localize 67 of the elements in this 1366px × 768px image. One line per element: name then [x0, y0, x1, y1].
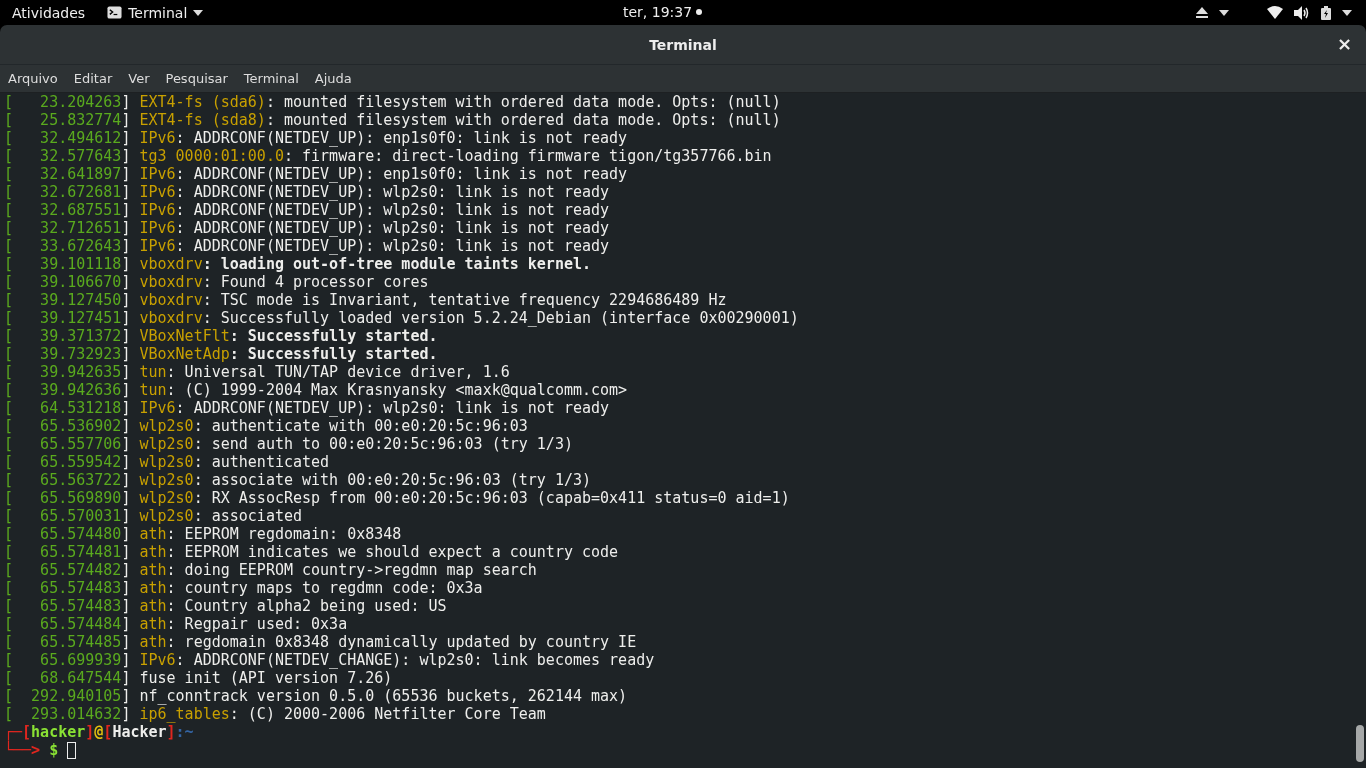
log-line: [ 32.494612] IPv6: ADDRCONF(NETDEV_UP): enp1s0f0: link is not ready	[4, 129, 628, 147]
log-line: [ 32.672681] IPv6: ADDRCONF(NETDEV_UP): wlp2s0: link is not ready	[4, 183, 610, 201]
log-line: [ 65.563722] wlp2s0: associate with 00:e0:20:5c:96:03 (try 1/3)	[4, 471, 591, 489]
log-line: [ 292.940105] nf_conntrack version 0.5.0 (65536 buckets, 262144 max)	[4, 687, 628, 705]
scroll-thumb[interactable]	[1356, 725, 1364, 762]
log-line: [ 39.942636] tun: (C) 1999-2004 Max Krasnyansky <maxk@qualcomm.com>	[4, 381, 628, 399]
volume-icon[interactable]	[1294, 5, 1310, 20]
log-line: [ 25.832774] EXT4-fs (sda8): mounted filesystem with ordered data mode. Opts: (null)	[4, 111, 781, 129]
app-menu[interactable]: Terminal	[107, 4, 204, 21]
text-cursor	[67, 741, 77, 759]
prompt-text: ┌─[	[4, 723, 32, 741]
log-line: [ 68.647544] fuse init (API version 7.26)	[4, 669, 393, 687]
log-line: [ 39.732923] VBoxNetAdp: Successfully started.	[4, 345, 438, 363]
log-line: [ 39.101118] vboxdrv: loading out-of-tree module taints kernel.	[4, 255, 591, 273]
log-line: [ 33.672643] IPv6: ADDRCONF(NETDEV_UP): wlp2s0: link is not ready	[4, 237, 610, 255]
log-line: [ 39.371372] VBoxNetFlt: Successfully started.	[4, 327, 438, 345]
prompt-text: :~	[175, 723, 194, 741]
log-line: [ 32.577643] tg3 0000:01:00.0: firmware: direct-loading firmware tigon/tg357766.bin	[4, 147, 772, 165]
close-button[interactable]: ×	[1332, 35, 1356, 53]
log-line: [ 39.127451] vboxdrv: Successfully loaded version 5.2.24_Debian (interface 0x00290001)	[4, 309, 799, 327]
battery-icon[interactable]	[1321, 5, 1331, 20]
log-line: [ 39.127450] vboxdrv: TSC mode is Invariant, tentative frequency 2294686489 Hz	[4, 291, 727, 309]
activities-button[interactable]: Atividades	[12, 4, 86, 21]
prompt-text: ]	[166, 723, 176, 741]
menu-item[interactable]: Ajuda	[314, 71, 352, 86]
prompt-text: └──>	[4, 741, 41, 759]
log-line: [ 65.574482] ath: doing EEPROM country->regdmn map search	[4, 561, 537, 579]
log-line: [ 23.204263] EXT4-fs (sda6): mounted filesystem with ordered data mode. Opts: (null)	[4, 93, 781, 111]
log-line: [ 65.559542] wlp2s0: authenticated	[4, 453, 330, 471]
terminal-icon	[107, 5, 123, 20]
log-line: [ 32.687551] IPv6: ADDRCONF(NETDEV_UP): wlp2s0: link is not ready	[4, 201, 610, 219]
log-line: [ 65.536902] wlp2s0: authenticate with 00:e0:20:5c:96:03	[4, 417, 528, 435]
menu-item[interactable]: Pesquisar	[165, 71, 228, 86]
prompt-text: hacker	[31, 723, 86, 741]
eject-icon[interactable]	[1196, 7, 1208, 18]
log-line: [ 293.014632] ip6_tables: (C) 2000-2006 Netfilter Core Team	[4, 705, 546, 723]
prompt-text: Hacker	[112, 723, 167, 741]
notification-dot-icon	[696, 9, 703, 15]
log-line: [ 65.574483] ath: country maps to regdmn code: 0x3a	[4, 579, 483, 597]
menu-item[interactable]: Terminal	[243, 71, 299, 86]
log-line: [ 65.557706] wlp2s0: send auth to 00:e0:20:5c:96:03 (try 1/3)	[4, 435, 573, 453]
prompt-text: @	[94, 723, 104, 741]
window-title: Terminal	[649, 36, 717, 53]
log-line: [ 65.574481] ath: EEPROM indicates we should expect a country code	[4, 543, 619, 561]
log-line: [ 65.570031] wlp2s0: associated	[4, 507, 303, 525]
log-line: [ 65.569890] wlp2s0: RX AssocResp from 00:e0:20:5c:96:03 (capab=0x411 status=0 aid=1)	[4, 489, 790, 507]
log-line: [ 32.641897] IPv6: ADDRCONF(NETDEV_UP): enp1s0f0: link is not ready	[4, 165, 628, 183]
prompt-text: [	[103, 723, 113, 741]
log-line: [ 65.574483] ath: Country alpha2 being used: US	[4, 597, 447, 615]
prompt-text: ]	[85, 723, 95, 741]
clock[interactable]: ter, 19:37	[623, 4, 693, 20]
menu-item[interactable]: Arquivo	[8, 71, 58, 86]
log-line: [ 65.574484] ath: Regpair used: 0x3a	[4, 615, 348, 633]
log-line: [ 65.574480] ath: EEPROM regdomain: 0x8348	[4, 525, 402, 543]
prompt-text: $	[48, 741, 60, 759]
caret-icon[interactable]	[1342, 9, 1352, 16]
log-line: [ 32.712651] IPv6: ADDRCONF(NETDEV_UP): wlp2s0: link is not ready	[4, 219, 610, 237]
log-line: [ 39.106670] vboxdrv: Found 4 processor cores	[4, 273, 429, 291]
caret-icon[interactable]	[1219, 9, 1229, 16]
wifi-icon[interactable]	[1267, 6, 1283, 19]
caret-icon	[193, 9, 204, 16]
log-line: [ 64.531218] IPv6: ADDRCONF(NETDEV_UP): wlp2s0: link is not ready	[4, 399, 610, 417]
menu-item[interactable]: Editar	[73, 71, 113, 86]
log-line: [ 39.942635] tun: Universal TUN/TAP device driver, 1.6	[4, 363, 510, 381]
log-line: [ 65.699939] IPv6: ADDRCONF(NETDEV_CHANGE): wlp2s0: link becomes ready	[4, 651, 655, 669]
menu-item[interactable]: Ver	[128, 71, 150, 86]
log-line: [ 65.574485] ath: regdomain 0x8348 dynamically updated by country IE	[4, 633, 637, 651]
